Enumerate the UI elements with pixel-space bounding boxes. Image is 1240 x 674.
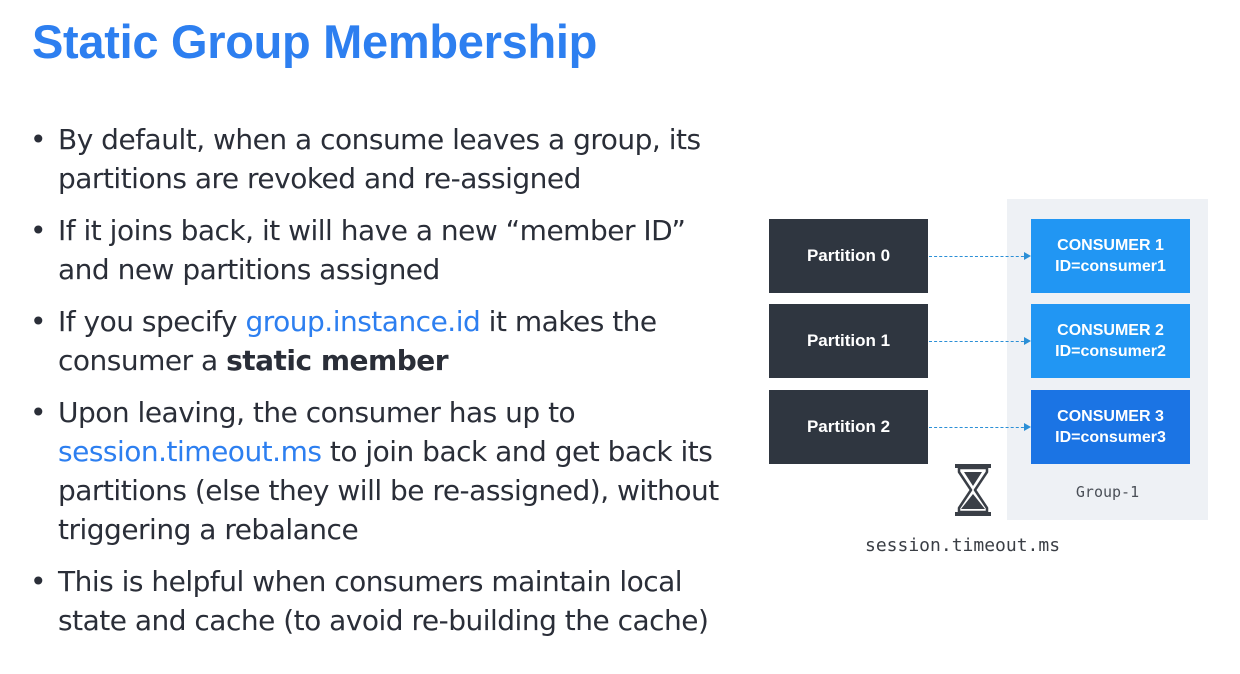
assignment-arrow <box>929 422 1031 431</box>
hourglass-icon <box>955 464 991 516</box>
assignment-arrow <box>929 336 1031 345</box>
consumer-box: CONSUMER 1 ID=consumer1 <box>1031 219 1190 293</box>
partition-box: Partition 0 <box>769 219 928 293</box>
partition-box: Partition 2 <box>769 390 928 464</box>
assignment-arrow <box>929 251 1031 260</box>
consumer-name: CONSUMER 3 <box>1057 408 1164 425</box>
consumer-box: CONSUMER 3 ID=consumer3 <box>1031 390 1190 464</box>
group-label: Group-1 <box>1075 483 1140 501</box>
consumer-id: ID=consumer1 <box>1055 258 1166 275</box>
consumer-id: ID=consumer3 <box>1055 429 1166 446</box>
consumer-name: CONSUMER 1 <box>1057 237 1164 254</box>
membership-diagram: Partition 0 Partition 1 Partition 2 CONS… <box>0 0 1240 674</box>
consumer-id: ID=consumer2 <box>1055 343 1166 360</box>
consumer-box: CONSUMER 2 ID=consumer2 <box>1031 304 1190 378</box>
partition-box: Partition 1 <box>769 304 928 378</box>
session-timeout-label: session.timeout.ms <box>865 535 1061 556</box>
consumer-name: CONSUMER 2 <box>1057 322 1164 339</box>
